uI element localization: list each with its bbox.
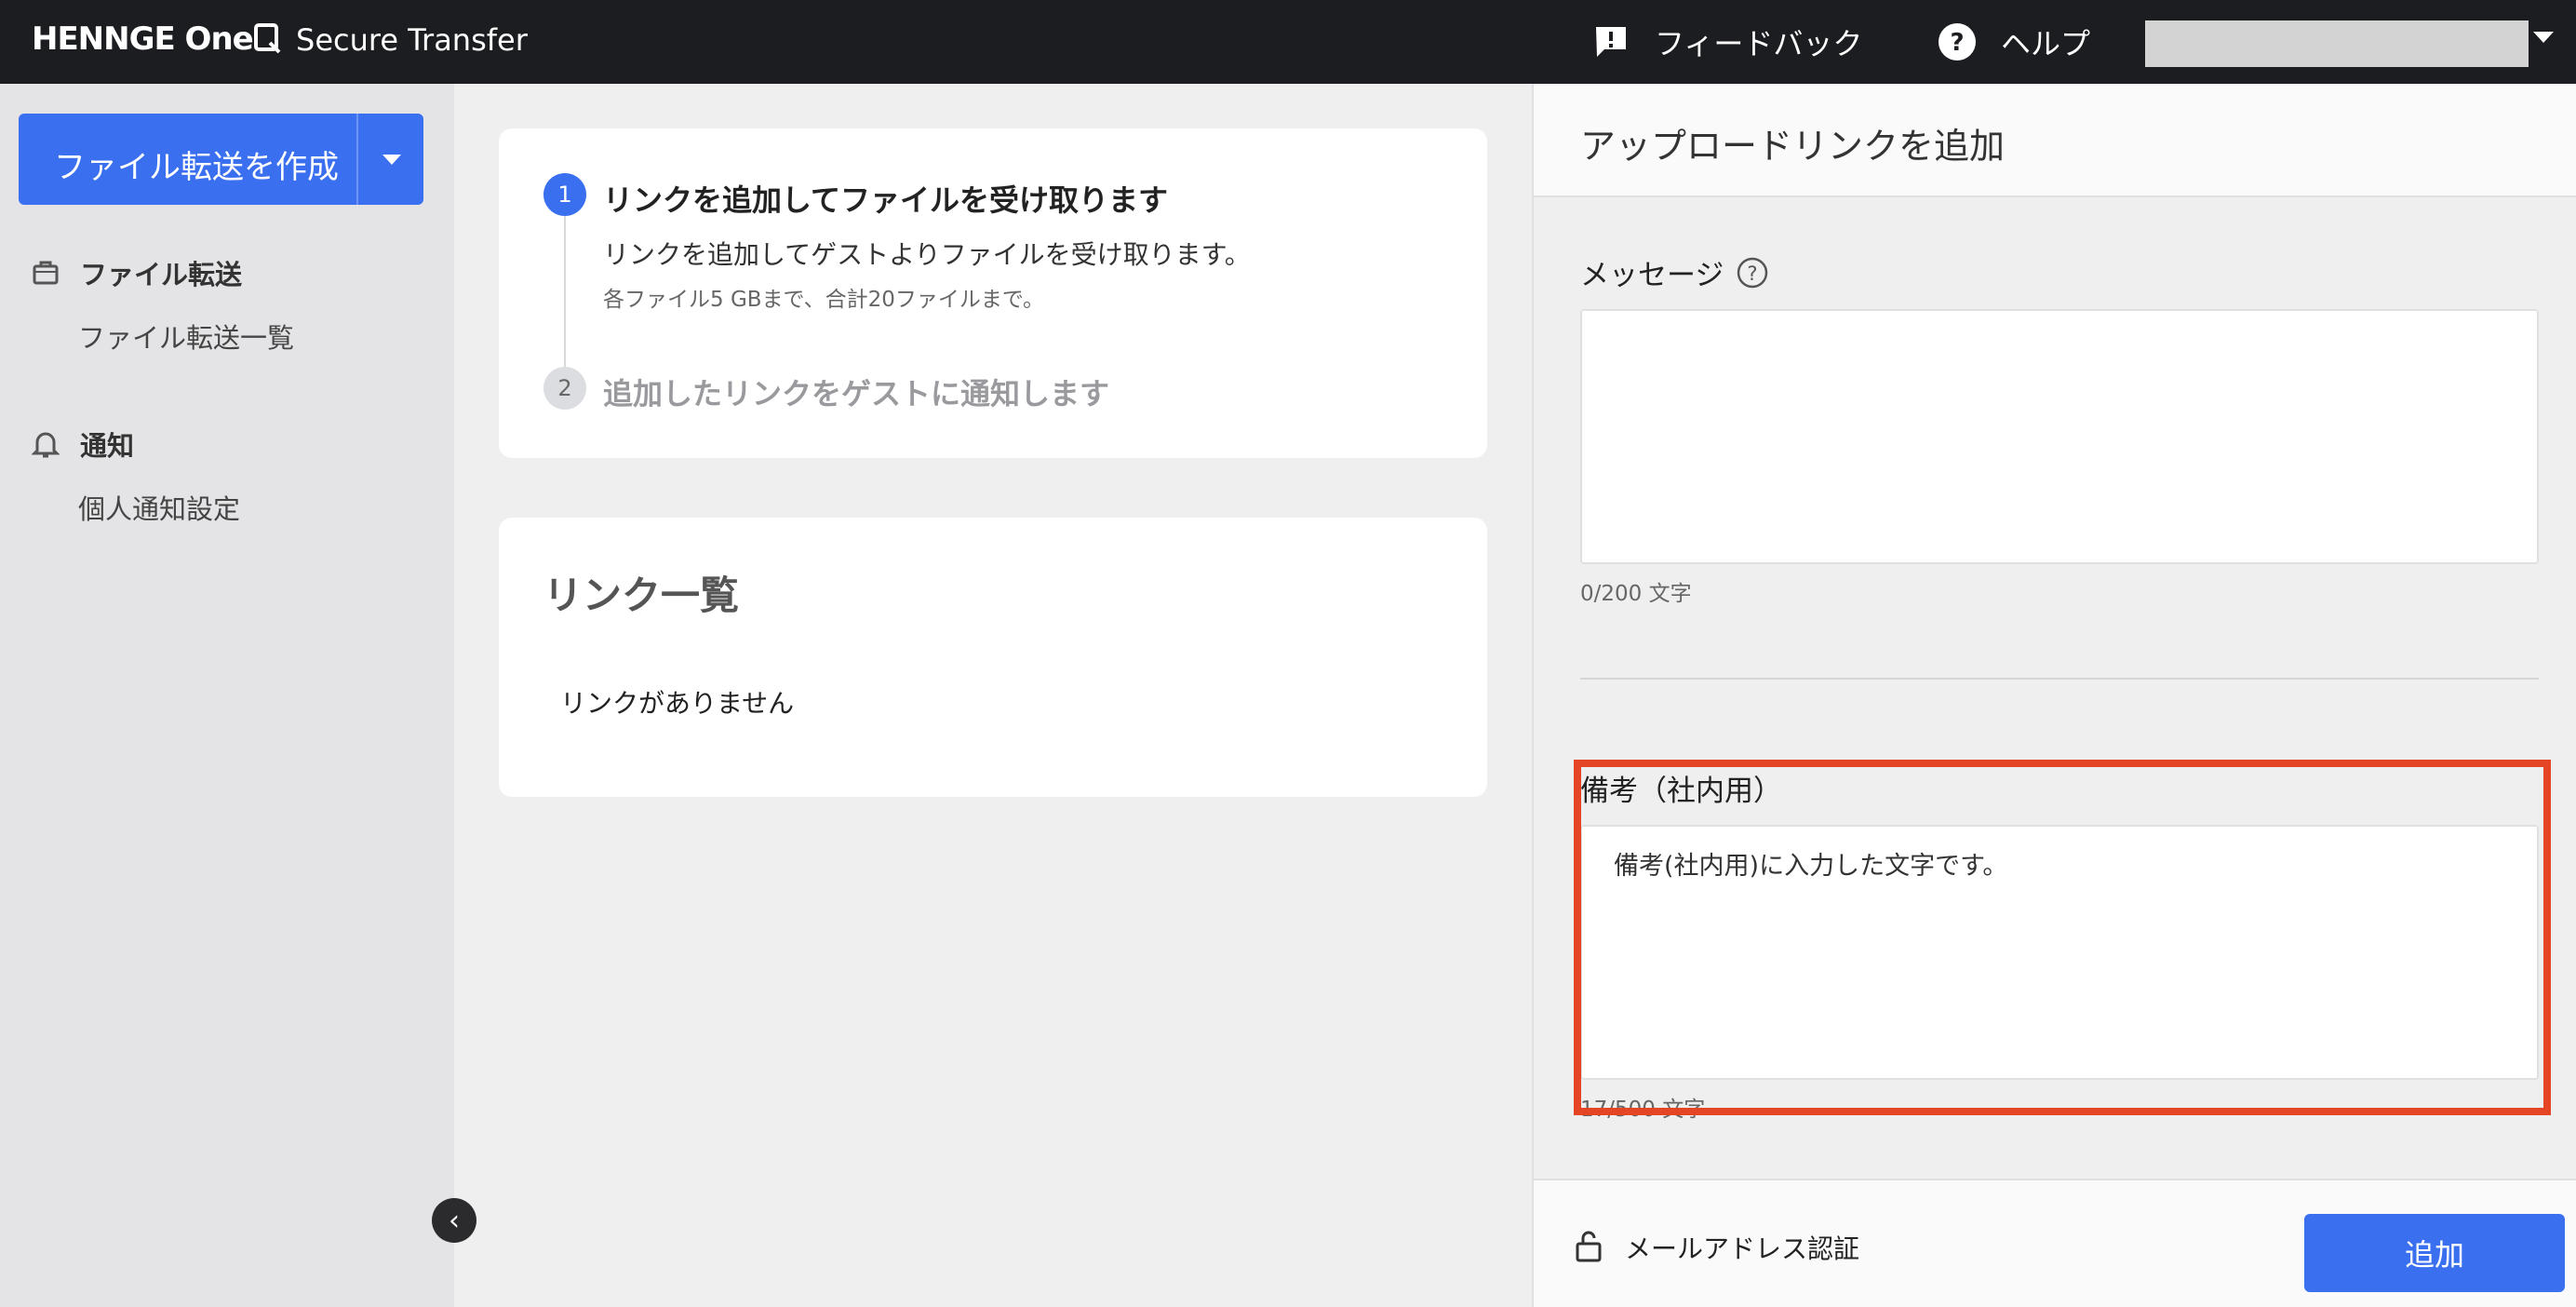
create-transfer-label: ファイル転送を作成 [54, 149, 339, 186]
message-char-counter: 0/200 文字 [1580, 582, 1692, 606]
sidebar-section-notification: 通知 [30, 424, 134, 464]
step-number: 1 [543, 173, 586, 216]
add-upload-link-panel: アップロードリンクを追加 メッセージ ? 0/200 文字 備考（社内用） 備考… [1532, 84, 2576, 1307]
unlock-icon [1575, 1230, 1606, 1265]
links-title: リンク一覧 [543, 573, 740, 618]
sidebar-item-transfer-list[interactable]: ファイル転送一覧 [78, 317, 294, 356]
feedback-icon [1591, 22, 1630, 61]
panel-header: アップロードリンクを追加 [1534, 84, 2576, 197]
svg-text:?: ? [1748, 263, 1758, 285]
help-circle-icon[interactable]: ? [1737, 257, 1768, 289]
links-empty-message: リンクがありません [560, 688, 795, 719]
steps-card: 1 リンクを追加してファイルを受け取ります リンクを追加してゲストよりファイルを… [499, 128, 1487, 458]
step-title: 追加したリンクをゲストに通知します [603, 376, 1110, 411]
step-description: リンクを追加してゲストよりファイルを受け取ります。 [603, 239, 1251, 270]
step-title: リンクを追加してファイルを受け取ります [603, 182, 1169, 218]
highlight-box [1574, 760, 2551, 1115]
help-button[interactable]: ? ヘルプ [1938, 19, 2090, 65]
help-label: ヘルプ [2001, 26, 2091, 61]
sidebar-section-label: ファイル転送 [80, 259, 243, 290]
create-transfer-button[interactable]: ファイル転送を作成 [19, 114, 423, 205]
sidebar-section-label: 通知 [80, 430, 135, 462]
feedback-label: フィードバック [1655, 26, 1863, 61]
secure-transfer-icon [253, 22, 281, 54]
bell-icon [30, 428, 61, 460]
panel-footer: メールアドレス認証 追加 [1534, 1179, 2576, 1307]
collapse-sidebar-button[interactable]: ‹ [432, 1198, 476, 1243]
briefcase-icon [30, 257, 61, 289]
account-menu[interactable] [2145, 20, 2529, 67]
step-connector [564, 216, 566, 367]
chevron-down-icon[interactable] [382, 155, 401, 165]
chevron-down-icon[interactable] [2533, 32, 2554, 43]
links-card: リンク一覧 リンクがありません [499, 518, 1487, 797]
sidebar-section-file-transfer: ファイル転送 [30, 253, 242, 292]
product-name: Secure Transfer [296, 22, 528, 58]
message-textarea[interactable] [1580, 309, 2539, 564]
help-icon: ? [1938, 22, 1977, 61]
section-divider [1580, 678, 2539, 680]
sidebar: ファイル転送を作成 ファイル転送 ファイル転送一覧 通知 個人通知設定 [0, 84, 454, 1307]
logo[interactable]: HENNGE One [32, 20, 254, 58]
email-auth-toggle[interactable]: メールアドレス認証 [1575, 1229, 1859, 1266]
feedback-button[interactable]: フィードバック [1591, 19, 1862, 65]
svg-text:?: ? [1950, 29, 1964, 57]
message-label: メッセージ [1580, 259, 1724, 292]
step-number: 2 [543, 367, 586, 410]
sidebar-item-personal-notification[interactable]: 個人通知設定 [78, 488, 240, 527]
email-auth-label: メールアドレス認証 [1625, 1233, 1860, 1264]
top-bar: HENNGE One Secure Transfer フィードバック ? ヘルプ [0, 0, 2576, 84]
panel-title: アップロードリンクを追加 [1580, 126, 2006, 167]
add-button[interactable]: 追加 [2304, 1214, 2565, 1292]
step-note: 各ファイル5 GBまで、合計20ファイルまで。 [603, 288, 1044, 312]
button-divider [356, 114, 358, 205]
message-field-label: メッセージ ? [1580, 251, 1768, 293]
